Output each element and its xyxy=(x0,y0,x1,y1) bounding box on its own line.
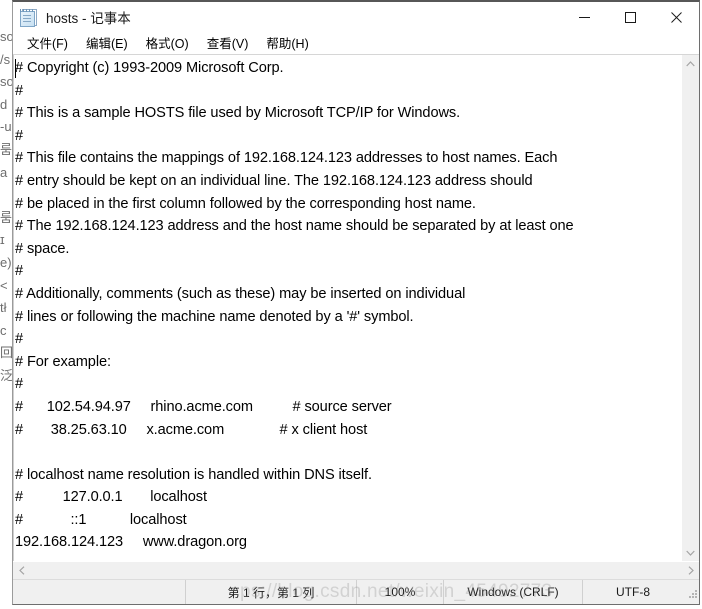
status-line-ending[interactable]: Windows (CRLF) xyxy=(443,580,582,604)
close-button[interactable] xyxy=(653,2,699,32)
window-controls xyxy=(561,2,699,32)
scroll-up-arrow[interactable] xyxy=(682,55,699,72)
status-zoom-level[interactable]: 100% xyxy=(356,580,443,604)
desktop-background: so/s so d -u 룸 a 룸 ɪ e) < tł c 回泛 hosts - 记事本 xyxy=(0,0,702,609)
menu-format[interactable]: 格式(O) xyxy=(137,31,198,55)
vertical-scrollbar[interactable] xyxy=(681,55,699,561)
title-bar[interactable]: hosts - 记事本 xyxy=(13,2,699,32)
scroll-right-arrow[interactable] xyxy=(682,562,699,579)
menu-edit[interactable]: 编辑(E) xyxy=(77,31,137,55)
maximize-button[interactable] xyxy=(607,2,653,32)
status-cursor-position: 第 1 行，第 1 列 xyxy=(185,580,356,604)
minimize-button[interactable] xyxy=(561,2,607,32)
scroll-down-arrow[interactable] xyxy=(682,544,699,561)
chevron-right-icon xyxy=(688,566,694,575)
status-spacer xyxy=(13,580,185,604)
status-bar: 第 1 行，第 1 列 100% Windows (CRLF) UTF-8 ps… xyxy=(13,579,699,604)
chevron-left-icon xyxy=(18,566,24,575)
editor-content: # Copyright (c) 1993-2009 Microsoft Corp… xyxy=(15,60,574,551)
editor-region: # Copyright (c) 1993-2009 Microsoft Corp… xyxy=(13,54,699,579)
notepad-window: hosts - 记事本 文件(F) 编辑(E) 格式(O) 查看(V) 帮助(H… xyxy=(12,0,700,605)
close-icon xyxy=(670,11,682,23)
window-title: hosts - 记事本 xyxy=(46,11,131,26)
scroll-left-arrow[interactable] xyxy=(13,562,30,579)
maximize-icon xyxy=(624,11,636,23)
menu-help[interactable]: 帮助(H) xyxy=(257,31,317,55)
menu-file[interactable]: 文件(F) xyxy=(18,31,77,55)
text-editor[interactable]: # Copyright (c) 1993-2009 Microsoft Corp… xyxy=(13,55,681,561)
menu-view[interactable]: 查看(V) xyxy=(198,31,258,55)
resize-grip-icon[interactable] xyxy=(683,580,699,604)
chevron-up-icon xyxy=(686,60,695,66)
horizontal-scrollbar[interactable] xyxy=(13,561,699,579)
chevron-down-icon xyxy=(686,550,695,556)
status-encoding[interactable]: UTF-8 xyxy=(582,580,683,604)
menu-bar: 文件(F) 编辑(E) 格式(O) 查看(V) 帮助(H) xyxy=(13,32,699,54)
editor-row: # Copyright (c) 1993-2009 Microsoft Corp… xyxy=(13,55,699,561)
minimize-icon xyxy=(578,16,590,18)
notepad-icon xyxy=(20,8,38,27)
